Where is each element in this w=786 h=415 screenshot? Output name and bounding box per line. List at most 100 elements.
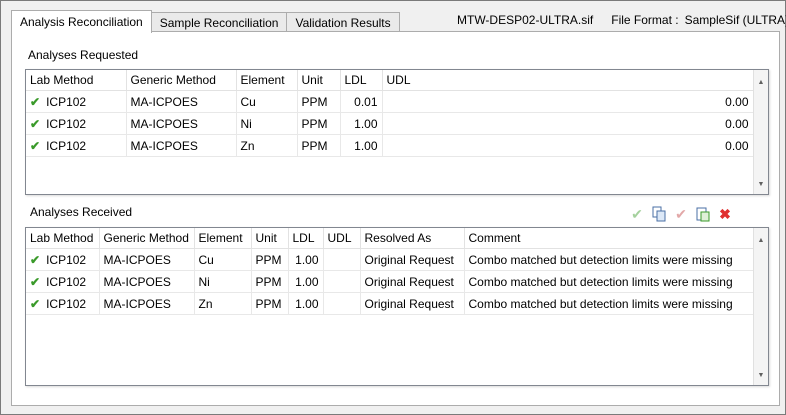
tab-analysis-reconciliation[interactable]: Analysis Reconciliation bbox=[11, 10, 152, 33]
col-header-ldl[interactable]: LDL bbox=[288, 228, 324, 249]
check-icon: ✔ bbox=[30, 94, 41, 109]
col-header-lab-method[interactable]: Lab Method bbox=[26, 228, 100, 249]
analyses-requested-grid: Lab Method Generic Method Element Unit L… bbox=[25, 69, 769, 195]
accept-icon[interactable]: ✔ bbox=[628, 206, 646, 222]
received-toolbar: ✔ ✔ ✖ bbox=[628, 206, 734, 222]
col-header-resolved-as[interactable]: Resolved As bbox=[360, 228, 465, 249]
scroll-down-icon[interactable]: ▼ bbox=[754, 178, 768, 192]
tab-sample-reconciliation[interactable]: Sample Reconciliation bbox=[150, 12, 288, 33]
col-header-udl[interactable]: UDL bbox=[382, 70, 754, 91]
udl-cell: 0.00 bbox=[382, 134, 754, 157]
udl-cell: 0.00 bbox=[382, 112, 754, 135]
received-scrollbar[interactable]: ▲ ▼ bbox=[753, 228, 768, 385]
file-format-value: SampleSif (ULTRA) bbox=[684, 13, 786, 27]
udl-cell: 0.00 bbox=[382, 90, 754, 113]
tab-bar: Analysis Reconciliation Sample Reconcili… bbox=[11, 10, 400, 33]
tab-validation-results[interactable]: Validation Results bbox=[286, 12, 400, 33]
udl-cell bbox=[323, 292, 361, 315]
element-cell: Cu bbox=[236, 90, 298, 113]
requested-scrollbar[interactable]: ▲ ▼ bbox=[753, 70, 768, 194]
col-header-lab-method[interactable]: Lab Method bbox=[26, 70, 127, 91]
unit-cell: PPM bbox=[297, 112, 341, 135]
analyses-received-title: Analyses Received bbox=[30, 205, 133, 219]
check-icon: ✔ bbox=[30, 274, 41, 289]
requested-header-row: Lab Method Generic Method Element Unit L… bbox=[26, 70, 754, 91]
element-cell: Ni bbox=[194, 270, 252, 293]
ldl-cell: 1.00 bbox=[288, 292, 324, 315]
file-name: MTW-DESP02-ULTRA.sif bbox=[457, 13, 594, 27]
lab-method-value: ICP102 bbox=[46, 274, 87, 289]
received-table: Lab Method Generic Method Element Unit L… bbox=[26, 228, 754, 315]
unit-cell: PPM bbox=[251, 248, 289, 271]
file-format-label: File Format : bbox=[611, 13, 679, 27]
udl-cell bbox=[323, 270, 361, 293]
check-icon: ✔ bbox=[30, 252, 41, 267]
lab-method-value: ICP102 bbox=[46, 138, 87, 153]
table-row[interactable]: ✔ ICP102 MA-ICPOES Cu PPM 1.00 Original R… bbox=[26, 248, 754, 271]
delete-icon[interactable]: ✖ bbox=[716, 206, 734, 222]
element-cell: Zn bbox=[194, 292, 252, 315]
col-header-comment[interactable]: Comment bbox=[464, 228, 754, 249]
lab-method-value: ICP102 bbox=[46, 116, 87, 131]
table-row[interactable]: ✔ ICP102 MA-ICPOES Ni PPM 1.00 0.00 bbox=[26, 112, 754, 135]
ldl-cell: 0.01 bbox=[340, 90, 383, 113]
unit-cell: PPM bbox=[251, 270, 289, 293]
table-row[interactable]: ✔ ICP102 MA-ICPOES Zn PPM 1.00 0.00 bbox=[26, 134, 754, 157]
analyses-received-grid: Lab Method Generic Method Element Unit L… bbox=[25, 227, 769, 386]
udl-cell bbox=[323, 248, 361, 271]
lab-method-cell: ✔ ICP102 bbox=[26, 90, 127, 113]
lab-method-cell: ✔ ICP102 bbox=[26, 292, 100, 315]
generic-method-cell: MA-ICPOES bbox=[99, 270, 195, 293]
unit-cell: PPM bbox=[251, 292, 289, 315]
element-cell: Cu bbox=[194, 248, 252, 271]
col-header-generic-method[interactable]: Generic Method bbox=[126, 70, 237, 91]
resolved-as-cell: Original Request bbox=[360, 292, 465, 315]
lab-method-cell: ✔ ICP102 bbox=[26, 112, 127, 135]
ldl-cell: 1.00 bbox=[340, 134, 383, 157]
col-header-generic-method[interactable]: Generic Method bbox=[99, 228, 195, 249]
scroll-up-icon[interactable]: ▲ bbox=[754, 234, 768, 248]
col-header-udl[interactable]: UDL bbox=[323, 228, 361, 249]
check-icon: ✔ bbox=[30, 116, 41, 131]
element-cell: Zn bbox=[236, 134, 298, 157]
table-row[interactable]: ✔ ICP102 MA-ICPOES Ni PPM 1.00 Original R… bbox=[26, 270, 754, 293]
ldl-cell: 1.00 bbox=[340, 112, 383, 135]
lab-method-cell: ✔ ICP102 bbox=[26, 248, 100, 271]
requested-table: Lab Method Generic Method Element Unit L… bbox=[26, 70, 754, 157]
col-header-element[interactable]: Element bbox=[194, 228, 252, 249]
check-icon: ✔ bbox=[30, 138, 41, 153]
resolved-as-cell: Original Request bbox=[360, 270, 465, 293]
lab-method-value: ICP102 bbox=[46, 296, 87, 311]
copy-icon[interactable] bbox=[650, 206, 668, 222]
paste-icon[interactable] bbox=[694, 206, 712, 222]
col-header-unit[interactable]: Unit bbox=[297, 70, 341, 91]
check-icon: ✔ bbox=[30, 296, 41, 311]
lab-method-value: ICP102 bbox=[46, 252, 87, 267]
comment-cell: Combo matched but detection limits were … bbox=[464, 292, 754, 315]
table-row[interactable]: ✔ ICP102 MA-ICPOES Zn PPM 1.00 Original R… bbox=[26, 292, 754, 315]
col-header-element[interactable]: Element bbox=[236, 70, 298, 91]
received-header-row: Lab Method Generic Method Element Unit L… bbox=[26, 228, 754, 249]
approve-icon[interactable]: ✔ bbox=[672, 206, 690, 222]
lab-method-value: ICP102 bbox=[46, 94, 87, 109]
element-cell: Ni bbox=[236, 112, 298, 135]
ldl-cell: 1.00 bbox=[288, 248, 324, 271]
generic-method-cell: MA-ICPOES bbox=[99, 248, 195, 271]
col-header-ldl[interactable]: LDL bbox=[340, 70, 383, 91]
ldl-cell: 1.00 bbox=[288, 270, 324, 293]
generic-method-cell: MA-ICPOES bbox=[126, 134, 237, 157]
scroll-down-icon[interactable]: ▼ bbox=[754, 369, 768, 383]
generic-method-cell: MA-ICPOES bbox=[99, 292, 195, 315]
resolved-as-cell: Original Request bbox=[360, 248, 465, 271]
unit-cell: PPM bbox=[297, 134, 341, 157]
col-header-unit[interactable]: Unit bbox=[251, 228, 289, 249]
comment-cell: Combo matched but detection limits were … bbox=[464, 248, 754, 271]
analyses-requested-title: Analyses Requested bbox=[28, 48, 139, 62]
generic-method-cell: MA-ICPOES bbox=[126, 90, 237, 113]
file-info: MTW-DESP02-ULTRA.sif File Format : SampleS… bbox=[457, 13, 786, 27]
generic-method-cell: MA-ICPOES bbox=[126, 112, 237, 135]
lab-method-cell: ✔ ICP102 bbox=[26, 270, 100, 293]
table-row[interactable]: ✔ ICP102 MA-ICPOES Cu PPM 0.01 0.00 bbox=[26, 90, 754, 113]
scroll-up-icon[interactable]: ▲ bbox=[754, 76, 768, 90]
unit-cell: PPM bbox=[297, 90, 341, 113]
